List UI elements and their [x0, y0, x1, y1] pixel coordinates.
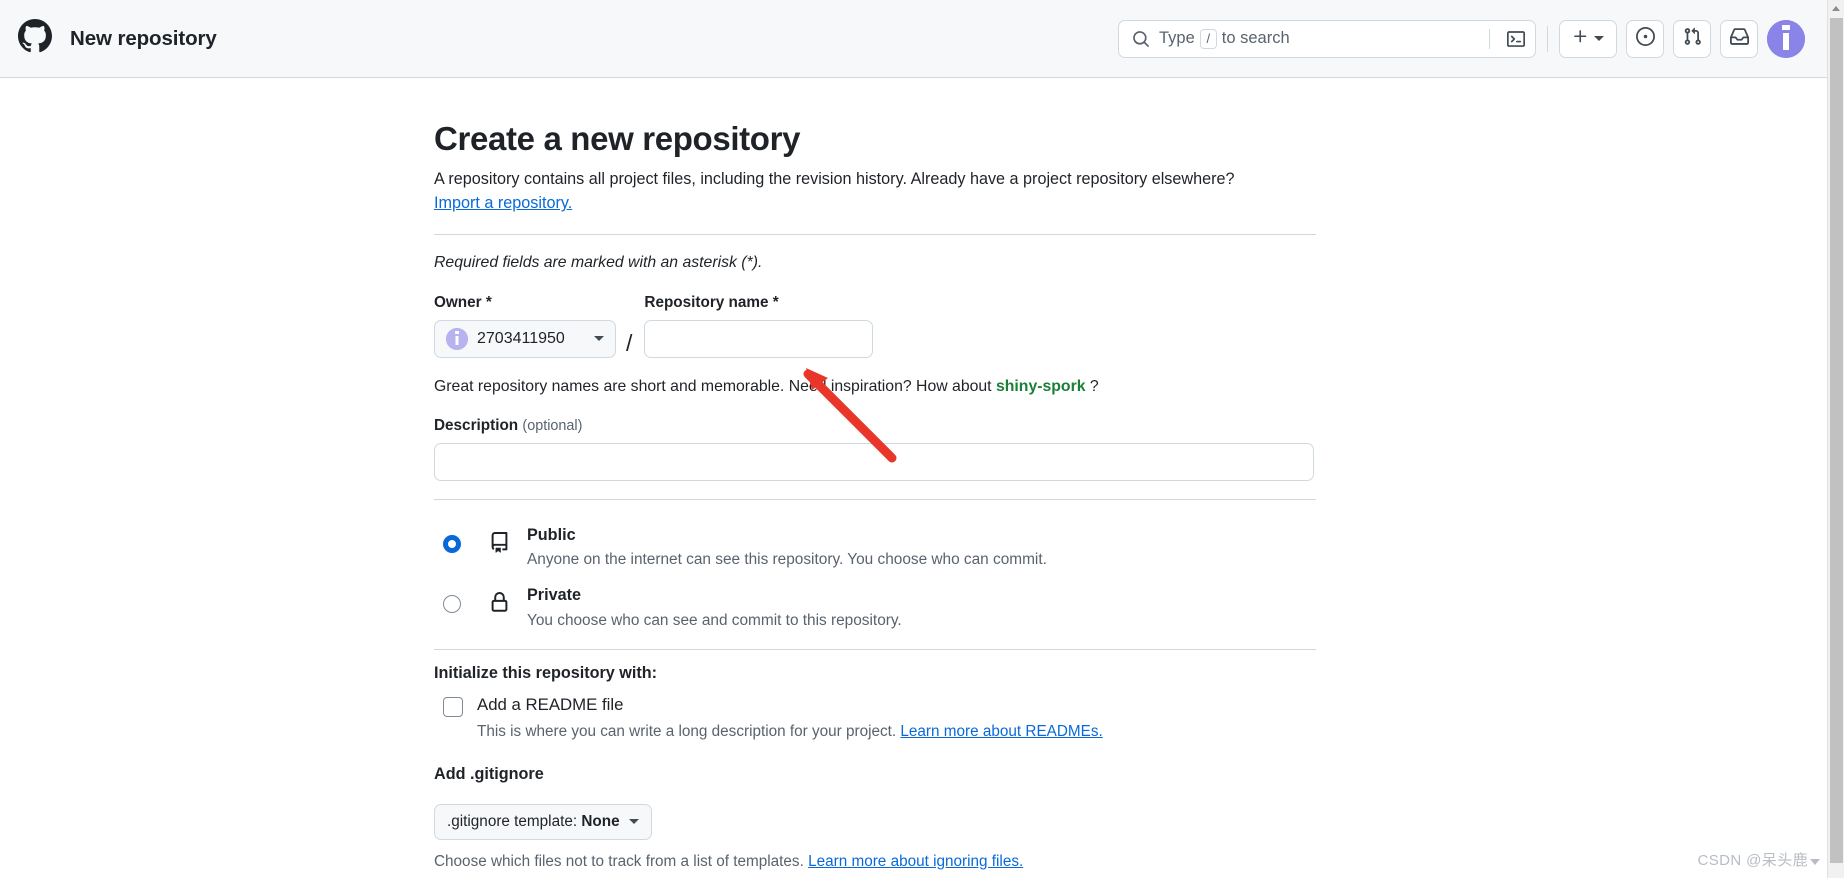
owner-avatar-icon: [446, 327, 468, 350]
owner-and-name-row: Owner * 2703411950 / Repository name *: [434, 294, 1316, 358]
owner-field: Owner * 2703411950: [434, 293, 616, 358]
gitignore-heading: Add .gitignore: [434, 764, 544, 783]
terminal-icon[interactable]: [1507, 30, 1525, 48]
description-label-text: Description: [434, 416, 519, 434]
gitignore-select-text: .gitignore template: None: [447, 813, 620, 831]
private-option-text: Private You choose who can see and commi…: [527, 585, 1316, 631]
description-optional-text: (optional): [522, 417, 583, 434]
repository-name-label: Repository name *: [644, 293, 779, 311]
add-readme-description: This is where you can write a long descr…: [477, 721, 1103, 742]
repository-name-input[interactable]: [644, 319, 874, 358]
description-field: Description (optional): [434, 417, 1316, 481]
header-divider: [1547, 25, 1548, 52]
public-description: Anyone on the internet can see this repo…: [527, 551, 1047, 569]
private-description: You choose who can see and commit to thi…: [527, 611, 902, 629]
scrollbar-up-arrow-icon[interactable]: [1828, 0, 1844, 17]
header-left-group: New repository: [18, 19, 217, 58]
public-option-text: Public Anyone on the internet can see th…: [527, 525, 1316, 571]
watermark: CSDN @呆头鹿: [1697, 849, 1820, 870]
add-readme-checkbox[interactable]: [443, 697, 463, 718]
gitignore-footer-text: Choose which files not to track from a l…: [434, 852, 804, 870]
global-header: New repository Type / to search: [0, 0, 1827, 78]
page-description: A repository contains all project files,…: [434, 167, 1316, 216]
owner-name-separator: /: [626, 329, 633, 356]
chevron-down-icon: [594, 336, 604, 342]
private-radio[interactable]: [443, 595, 461, 614]
search-divider: [1489, 28, 1490, 49]
gitignore-section: Add .gitignore .gitignore template: None…: [434, 765, 1316, 871]
github-new-repository-page: New repository Type / to search Create a…: [0, 0, 1844, 878]
owner-label: Owner *: [434, 293, 492, 311]
public-title: Public: [527, 525, 576, 544]
visibility-options: Public Anyone on the internet can see th…: [434, 525, 1316, 632]
main-content: Create a new repository A repository con…: [0, 78, 1844, 871]
search-placeholder-tail: to search: [1221, 29, 1290, 47]
learn-more-readmes-link[interactable]: Learn more about READMEs.: [900, 723, 1102, 740]
private-title: Private: [527, 586, 581, 605]
watermark-caret-icon: [1810, 858, 1820, 865]
description-label: Description (optional): [434, 417, 1316, 435]
chevron-down-icon: [628, 819, 639, 825]
visibility-option-public[interactable]: Public Anyone on the internet can see th…: [434, 525, 1316, 571]
vertical-scrollbar[interactable]: [1827, 0, 1844, 878]
page-title: Create a new repository: [434, 120, 801, 157]
github-mark-icon[interactable]: [18, 19, 52, 58]
add-readme-text-group: Add a README file This is where you can …: [477, 694, 1103, 742]
divider-after-visibility: [434, 649, 1316, 651]
gitignore-select-prefix: .gitignore template:: [447, 812, 578, 830]
public-radio[interactable]: [443, 534, 461, 553]
git-pull-request-icon: [1683, 27, 1702, 51]
divider-top: [434, 233, 1316, 235]
gitignore-footer: Choose which files not to track from a l…: [434, 853, 1316, 871]
gitignore-template-select[interactable]: .gitignore template: None: [434, 803, 652, 840]
required-fields-note: Required fields are marked with an aster…: [434, 253, 763, 271]
hint-suffix: ?: [1089, 377, 1099, 395]
owner-select-button[interactable]: 2703411950: [434, 319, 616, 358]
issues-button[interactable]: [1626, 19, 1664, 58]
page-description-text: A repository contains all project files,…: [434, 170, 1235, 188]
search-icon: [1132, 30, 1150, 48]
plus-icon: [1572, 28, 1589, 50]
search-placeholder-head: Type: [1159, 29, 1195, 47]
hint-prefix: Great repository names are short and mem…: [434, 377, 992, 395]
gitignore-select-value: None: [581, 812, 620, 830]
import-repository-link[interactable]: Import a repository.: [434, 194, 572, 212]
initialize-repository-section: Initialize this repository with: Add a R…: [434, 664, 1316, 742]
pull-requests-button[interactable]: [1673, 19, 1711, 58]
scrollbar-thumb[interactable]: [1830, 18, 1843, 863]
add-readme-label: Add a README file: [477, 695, 624, 715]
notifications-inbox-button[interactable]: [1720, 19, 1758, 58]
new-repository-form: Create a new repository A repository con…: [434, 120, 1316, 871]
divider-after-description: [434, 498, 1316, 500]
inbox-icon: [1729, 27, 1749, 51]
repository-name-hint: Great repository names are short and mem…: [434, 378, 1316, 396]
repo-book-icon: [489, 531, 510, 553]
issue-opened-icon: [1635, 26, 1655, 51]
header-right-group: Type / to search: [1118, 19, 1805, 58]
add-readme-option[interactable]: Add a README file This is where you can …: [434, 694, 1316, 742]
lock-icon: [489, 592, 510, 613]
visibility-option-private[interactable]: Private You choose who can see and commi…: [434, 585, 1316, 631]
search-slash-key-icon: /: [1199, 28, 1217, 49]
initialize-heading: Initialize this repository with:: [434, 664, 658, 683]
page-header-title: New repository: [70, 26, 217, 50]
description-input[interactable]: [434, 442, 1314, 481]
repository-name-field: Repository name *: [644, 293, 874, 358]
create-new-button[interactable]: [1559, 19, 1617, 58]
search-placeholder-text: Type / to search: [1159, 28, 1480, 49]
owner-value: 2703411950: [477, 329, 565, 347]
avatar[interactable]: [1767, 19, 1805, 58]
suggested-repository-name[interactable]: shiny-spork: [996, 378, 1086, 395]
watermark-text: CSDN @呆头鹿: [1697, 852, 1808, 869]
search-input[interactable]: Type / to search: [1118, 19, 1536, 58]
learn-more-ignoring-files-link[interactable]: Learn more about ignoring files.: [808, 853, 1023, 870]
chevron-down-icon: [1594, 36, 1604, 41]
add-readme-description-text: This is where you can write a long descr…: [477, 723, 897, 741]
